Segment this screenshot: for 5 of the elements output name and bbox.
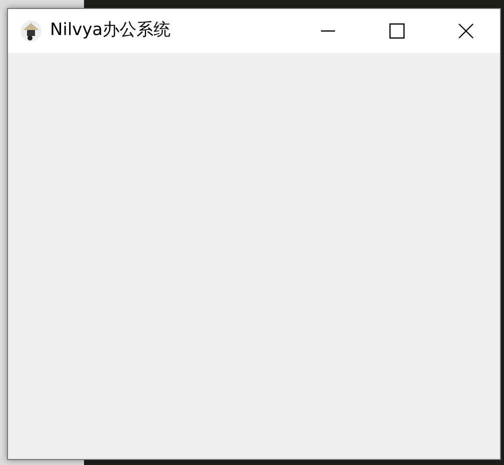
- maximize-icon: [388, 23, 404, 39]
- close-icon: [458, 23, 474, 39]
- app-icon: [20, 20, 42, 42]
- window-title: Nilvya办公系统: [50, 19, 171, 42]
- minimize-icon: [320, 30, 336, 32]
